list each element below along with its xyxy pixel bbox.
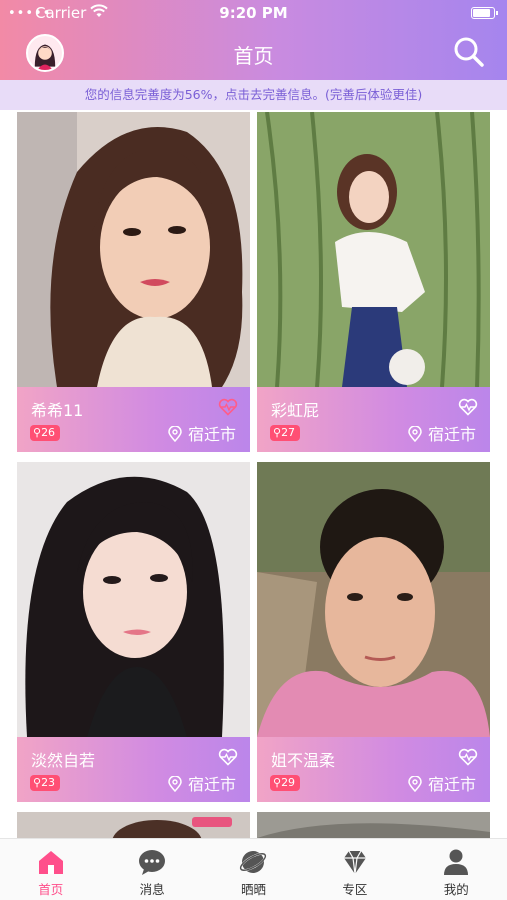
tab-zone[interactable]: 专区	[304, 839, 405, 900]
location-pin-icon	[408, 776, 422, 792]
profile-photo	[257, 462, 490, 737]
planet-icon	[240, 851, 267, 873]
profile-city: 宿迁市	[408, 771, 476, 795]
age-badge: ⚲23	[30, 775, 61, 791]
profile-photo	[257, 112, 490, 387]
tab-label: 专区	[342, 882, 368, 897]
tab-label: 我的	[443, 882, 469, 897]
profile-card[interactable]: 希希11 ⚲26 宿迁市	[17, 112, 250, 452]
profile-name: 姐不温柔	[271, 751, 336, 770]
clock: 9:20 PM	[219, 4, 288, 22]
profile-card[interactable]: 彩虹屁 ⚲27 宿迁市	[257, 112, 490, 452]
person-icon	[444, 849, 469, 875]
chat-icon	[139, 850, 166, 875]
profile-info: 希希11 ⚲26 宿迁市	[17, 387, 250, 452]
tab-moments[interactable]: 晒晒	[203, 839, 304, 900]
location-pin-icon	[168, 426, 182, 442]
tab-label: 消息	[139, 882, 165, 897]
profile-name: 希希11	[31, 401, 84, 420]
diamond-icon	[343, 850, 366, 875]
location-pin-icon	[408, 426, 422, 442]
city-name: 宿迁市	[187, 425, 236, 444]
city-name: 宿迁市	[427, 775, 476, 794]
tab-label: 首页	[38, 882, 64, 897]
city-name: 宿迁市	[187, 775, 236, 794]
tab-home[interactable]: 首页	[0, 839, 101, 900]
top-bar: ••••• Carrier 9:20 PM 首页	[0, 0, 507, 80]
tab-messages[interactable]: 消息	[101, 839, 202, 900]
heart-pulse-icon[interactable]	[458, 748, 478, 766]
city-name: 宿迁市	[427, 425, 476, 444]
profile-card[interactable]: 淡然自若 ⚲23 宿迁市	[17, 462, 250, 802]
profile-city: 宿迁市	[408, 421, 476, 445]
profile-info: 淡然自若 ⚲23 宿迁市	[17, 737, 250, 802]
tab-profile[interactable]: 我的	[406, 839, 507, 900]
heart-pulse-icon[interactable]	[218, 748, 238, 766]
age-value: 26	[41, 426, 56, 439]
location-pin-icon: ⚲	[33, 776, 42, 789]
profile-grid: 希希11 ⚲26 宿迁市 彩虹屁 ⚲27 宿迁市 淡然自若 ⚲23 宿迁市 姐不…	[0, 110, 507, 838]
age-badge: ⚲29	[270, 775, 301, 791]
profile-completion-banner[interactable]: 您的信息完善度为56%，点击去完善信息。(完善后体验更佳)	[0, 80, 507, 110]
page-title: 首页	[233, 44, 274, 68]
search-icon[interactable]	[453, 36, 485, 68]
profile-info: 彩虹屁 ⚲27 宿迁市	[257, 387, 490, 452]
tab-label: 晒晒	[240, 882, 266, 897]
location-pin-icon: ⚲	[33, 426, 42, 439]
profile-info: 姐不温柔 ⚲29 宿迁市	[257, 737, 490, 802]
profile-photo	[17, 112, 250, 387]
battery-icon	[471, 7, 498, 19]
profile-photo	[17, 812, 250, 838]
profile-city: 宿迁市	[168, 771, 236, 795]
age-value: 23	[41, 776, 56, 789]
profile-city: 宿迁市	[168, 421, 236, 445]
heart-pulse-icon[interactable]	[458, 398, 478, 416]
profile-photo	[17, 462, 250, 737]
profile-name: 彩虹屁	[271, 401, 320, 420]
age-badge: ⚲26	[30, 425, 61, 441]
home-icon	[38, 851, 63, 874]
bottom-tab-bar: 首页 消息 晒晒 专区 我的	[0, 838, 507, 900]
heart-pulse-icon[interactable]	[218, 398, 238, 416]
status-bar: ••••• Carrier 9:20 PM	[0, 0, 507, 26]
profile-photo	[257, 812, 490, 838]
age-badge: ⚲27	[270, 425, 301, 441]
location-pin-icon: ⚲	[273, 776, 282, 789]
profile-card[interactable]	[17, 812, 250, 838]
profile-card[interactable]	[257, 812, 490, 838]
location-pin-icon	[168, 776, 182, 792]
location-pin-icon: ⚲	[273, 426, 282, 439]
profile-name: 淡然自若	[31, 751, 96, 770]
profile-card[interactable]: 姐不温柔 ⚲29 宿迁市	[257, 462, 490, 802]
age-value: 27	[281, 426, 296, 439]
age-value: 29	[281, 776, 296, 789]
